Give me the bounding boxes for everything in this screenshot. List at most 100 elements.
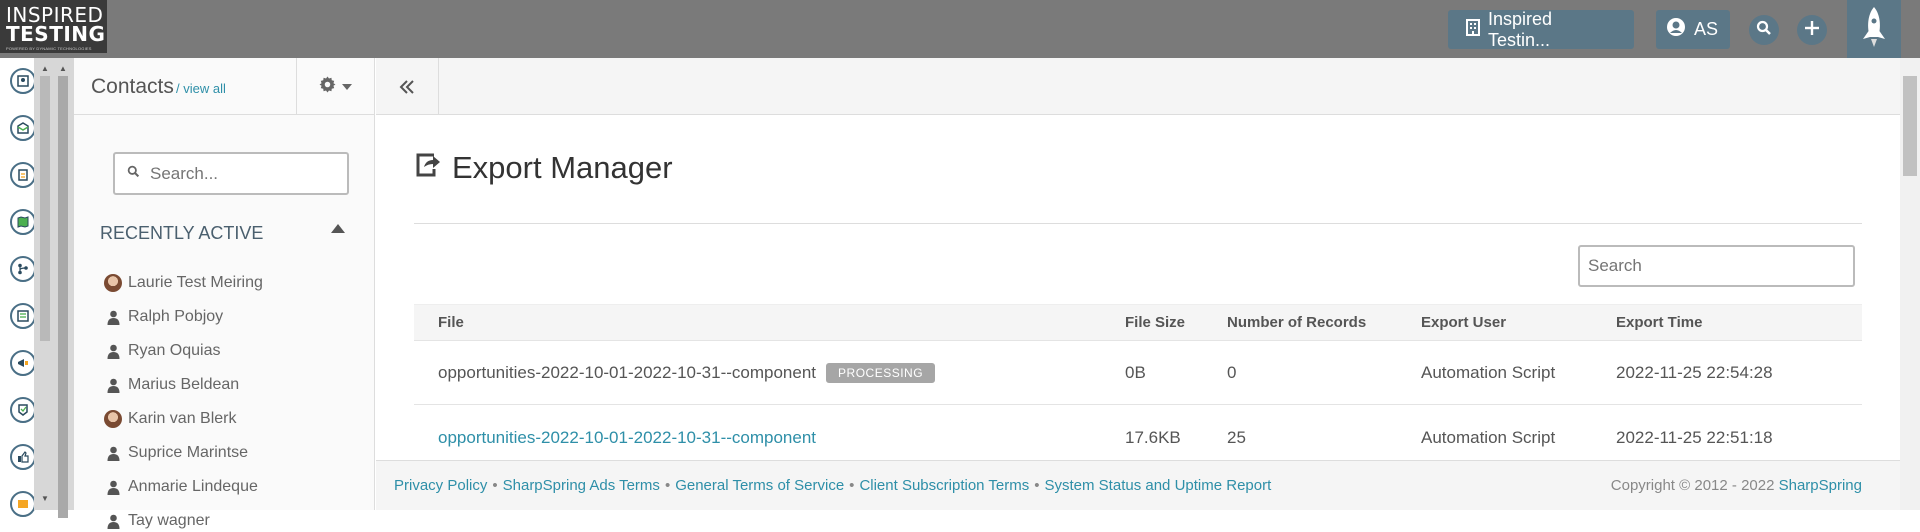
panel-toolbar: [376, 58, 1920, 115]
page-footer: Privacy Policy • SharpSpring Ads Terms •…: [376, 460, 1900, 510]
contact-list-item[interactable]: Marius Beldean: [104, 374, 239, 396]
footer-separator: •: [849, 477, 855, 494]
user-icon: [104, 308, 122, 326]
system-status-link[interactable]: System Status and Uptime Report: [1045, 477, 1272, 494]
company-name: Inspired Testin...: [1488, 8, 1553, 50]
user-icon: [104, 342, 122, 360]
contact-photo-avatar: [104, 274, 122, 292]
scroll-down-arrow[interactable]: ▼: [41, 494, 49, 503]
ads-terms-link[interactable]: SharpSpring Ads Terms: [503, 477, 660, 494]
footer-links: Privacy Policy • SharpSpring Ads Terms •…: [394, 477, 1271, 494]
file-size-cell: 0B: [1125, 362, 1146, 382]
collapse-sidebar-button[interactable]: [376, 58, 439, 115]
rail-scroll-thumb[interactable]: [40, 76, 50, 341]
copyright-text: Copyright © 2012 - 2022: [1610, 477, 1779, 494]
contacts-sidebar: Contacts / view all RECENTLY ACTIVE Laur…: [74, 58, 375, 529]
contact-search-input[interactable]: [150, 163, 330, 184]
double-chevron-left-icon: [399, 73, 415, 101]
page-scroll-thumb[interactable]: [1903, 76, 1917, 176]
workflow-app-icon[interactable]: [10, 256, 36, 282]
recently-active-heading: RECENTLY ACTIVE: [100, 223, 264, 243]
page-title: Export Manager: [414, 150, 673, 186]
media-app-icon[interactable]: [10, 491, 36, 517]
app-logo[interactable]: INSPIRED TESTING POWERED BY DYNAMIC TECH…: [0, 0, 107, 53]
column-header-number-of-records[interactable]: Number of Records: [1227, 305, 1366, 340]
sharpspring-link[interactable]: SharpSpring: [1779, 477, 1862, 494]
table-row: opportunities-2022-10-01-2022-10-31--com…: [414, 341, 1862, 405]
user-icon: [104, 444, 122, 462]
contact-name: Ryan Oquias: [128, 342, 221, 359]
column-header-export-user[interactable]: Export User: [1421, 305, 1506, 340]
contact-photo-avatar: [104, 410, 122, 428]
contacts-app-icon[interactable]: [10, 68, 36, 94]
export-time-cell: 2022-11-25 22:54:28: [1616, 362, 1773, 382]
contact-name: Anmarie Lindeque: [128, 478, 258, 495]
rocket-icon: [1859, 5, 1889, 54]
contact-search-field[interactable]: [113, 152, 349, 195]
logo-line-2: TESTING: [6, 22, 106, 46]
contact-name: Ralph Pobjoy: [128, 308, 224, 325]
company-switcher-button[interactable]: Inspired Testin...: [1448, 8, 1634, 50]
user-avatar-icon: [1666, 17, 1686, 42]
sidebar-header: Contacts / view all: [74, 58, 374, 115]
status-badge: PROCESSING: [826, 362, 936, 383]
table-header: File File Size Number of Records Export …: [414, 304, 1862, 341]
user-menu-button[interactable]: AS: [1656, 10, 1730, 49]
launch-button[interactable]: [1847, 0, 1901, 58]
contact-list-item[interactable]: Karin van Blerk: [104, 408, 237, 430]
contact-list-item[interactable]: Laurie Test Meiring: [104, 272, 263, 294]
contact-list-item[interactable]: Anmarie Lindeque: [104, 476, 258, 498]
campaign-app-icon[interactable]: [10, 350, 36, 376]
user-initials: AS: [1694, 19, 1719, 39]
list-app-icon[interactable]: [10, 303, 36, 329]
top-bar: INSPIRED TESTING POWERED BY DYNAMIC TECH…: [0, 0, 1920, 58]
title-divider: [414, 223, 1862, 224]
view-all-link[interactable]: / view all: [176, 81, 226, 96]
user-icon: [104, 478, 122, 496]
plus-icon: [1804, 20, 1820, 41]
email-app-icon[interactable]: [10, 115, 36, 141]
table-search-input[interactable]: [1578, 245, 1855, 287]
sidebar-settings-dropdown[interactable]: [296, 58, 374, 115]
export-user-cell: Automation Script: [1421, 362, 1556, 382]
column-header-export-time[interactable]: Export Time: [1616, 305, 1702, 340]
collapse-caret-icon[interactable]: [331, 224, 345, 233]
contact-list-item[interactable]: Suprice Marintse: [104, 442, 248, 464]
footer-separator: •: [1034, 477, 1040, 494]
scroll-up-arrow[interactable]: ▲: [41, 64, 49, 73]
tasks-app-icon[interactable]: [10, 162, 36, 188]
footer-separator: •: [664, 477, 671, 494]
gear-icon: [319, 76, 336, 98]
footer-separator: •: [492, 477, 498, 494]
app-icon-rail: [0, 58, 36, 517]
file-name: opportunities-2022-10-01-2022-10-31--com…: [438, 362, 817, 382]
rail-scrollbar[interactable]: ▲ ▲ ▼: [34, 58, 74, 518]
add-button[interactable]: [1797, 15, 1827, 45]
social-app-icon[interactable]: [10, 444, 36, 470]
main-content: Export Manager File File Size Number of …: [376, 115, 1900, 460]
page-title-text: Export Manager: [452, 150, 673, 185]
file-cell: opportunities-2022-10-01-2022-10-31--com…: [438, 341, 936, 404]
file-download-link[interactable]: opportunities-2022-10-01-2022-10-31--com…: [438, 428, 816, 448]
terms-of-service-link[interactable]: General Terms of Service: [675, 477, 844, 494]
caret-down-icon: [342, 83, 352, 90]
forms-app-icon[interactable]: [10, 397, 36, 423]
contact-list-item[interactable]: Ralph Pobjoy: [104, 306, 223, 328]
contact-list-item[interactable]: Ryan Oquias: [104, 340, 221, 362]
contact-name: Karin van Blerk: [128, 410, 237, 427]
column-header-file[interactable]: File: [438, 305, 464, 340]
client-subscription-terms-link[interactable]: Client Subscription Terms: [859, 477, 1029, 494]
contact-list-item[interactable]: Tay wagner: [104, 510, 210, 532]
map-app-icon[interactable]: [10, 209, 36, 235]
page-scrollbar[interactable]: [1900, 58, 1920, 510]
scroll-up-arrow-2[interactable]: ▲: [59, 64, 67, 73]
search-button[interactable]: [1749, 15, 1779, 45]
column-header-file-size[interactable]: File Size: [1125, 305, 1185, 340]
user-icon: [104, 512, 122, 530]
building-icon: [1466, 18, 1480, 41]
contact-name: Marius Beldean: [128, 376, 240, 393]
sidebar-title: Contacts: [91, 75, 174, 98]
sidebar-scroll-thumb[interactable]: [58, 76, 68, 518]
export-icon: [414, 150, 442, 186]
privacy-policy-link[interactable]: Privacy Policy: [394, 477, 487, 494]
